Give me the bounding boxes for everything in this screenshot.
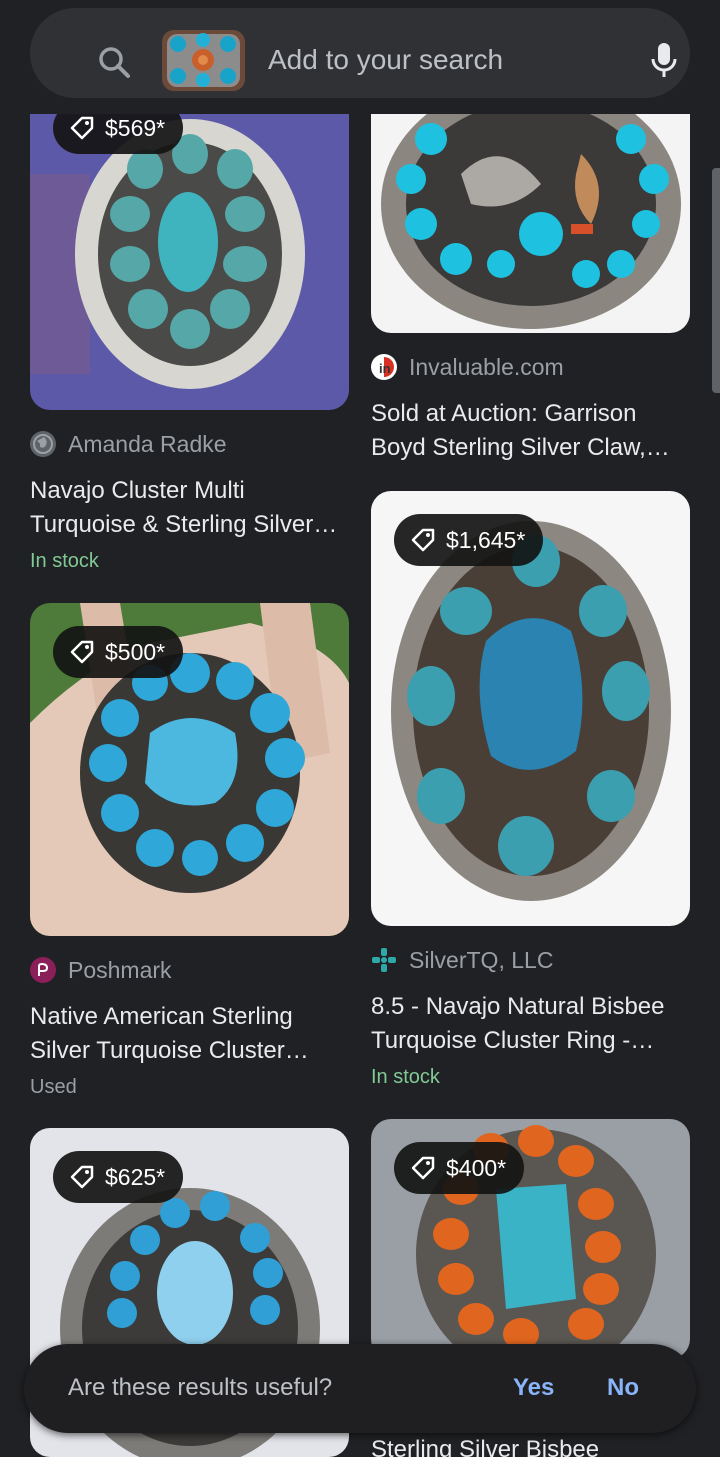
search-image-thumbnail[interactable]	[162, 30, 245, 91]
price-tag: $400*	[394, 1142, 525, 1194]
feedback-no-button[interactable]: No	[607, 1374, 639, 1402]
tag-icon	[411, 528, 435, 552]
price-tag: $500*	[53, 626, 184, 678]
scrollbar[interactable]	[712, 168, 720, 393]
result-image[interactable]	[371, 114, 690, 333]
stock-status: In stock	[30, 550, 99, 572]
result-title[interactable]: Native American Sterling Silver Turquois…	[30, 1000, 349, 1068]
source-name: SilverTQ, LLC	[409, 946, 554, 973]
stock-status: In stock	[371, 1066, 440, 1088]
source-name: Poshmark	[68, 956, 172, 983]
result-title[interactable]: Navajo Cluster Multi Turquoise & Sterlin…	[30, 474, 349, 542]
invaluable-logo-icon: in	[371, 354, 397, 380]
result-image[interactable]: $1,645*	[371, 491, 690, 926]
result-image[interactable]: $400*	[371, 1119, 690, 1359]
result-card[interactable]: in Invaluable.com Sold at Auction: Garri…	[371, 114, 690, 465]
poshmark-logo-icon	[30, 957, 56, 983]
price-label: $569*	[105, 114, 166, 141]
source-row[interactable]: Poshmark	[30, 950, 349, 990]
svg-text:in: in	[379, 361, 391, 376]
result-image[interactable]: $500*	[30, 603, 349, 936]
search-icon[interactable]	[96, 44, 132, 85]
price-tag: $569*	[53, 114, 184, 154]
tag-icon	[411, 1156, 435, 1180]
tag-icon	[70, 1165, 94, 1189]
feedback-yes-button[interactable]: Yes	[513, 1374, 554, 1402]
result-title[interactable]: Sterling Silver Bisbee	[371, 1436, 599, 1457]
price-tag: $625*	[53, 1151, 184, 1203]
price-label: $625*	[105, 1163, 166, 1190]
globe-icon	[30, 431, 56, 457]
tag-icon	[70, 640, 94, 664]
search-bar[interactable]: Add to your search	[30, 8, 690, 98]
result-image[interactable]: $569*	[30, 114, 349, 410]
mic-icon[interactable]	[650, 42, 678, 85]
price-label: $500*	[105, 638, 166, 665]
price-tag: $1,645*	[394, 514, 544, 566]
tag-icon	[70, 116, 94, 140]
result-card[interactable]: $500* Poshmark Native American Sterling …	[30, 603, 349, 1099]
result-card[interactable]: $1,645* SilverTQ, LLC 8.5 - Navajo Natur…	[371, 491, 690, 1089]
result-card[interactable]: $569* Amanda Radke Navajo Cluster Multi …	[30, 114, 349, 573]
search-input[interactable]: Add to your search	[268, 44, 503, 76]
source-row[interactable]: Amanda Radke	[30, 424, 349, 464]
silvertq-logo-icon	[371, 947, 397, 973]
source-name: Invaluable.com	[409, 353, 564, 380]
result-card[interactable]: $400*	[371, 1119, 690, 1359]
condition-status: Used	[30, 1076, 77, 1098]
feedback-question: Are these results useful?	[68, 1374, 333, 1401]
source-row[interactable]: in Invaluable.com	[371, 347, 690, 387]
result-title[interactable]: Sold at Auction: Garrison Boyd Sterling …	[371, 397, 690, 465]
result-title[interactable]: 8.5 - Navajo Natural Bisbee Turquoise Cl…	[371, 990, 690, 1058]
price-label: $1,645*	[446, 526, 526, 553]
source-row[interactable]: SilverTQ, LLC	[371, 940, 690, 980]
feedback-bar: Are these results useful? Yes No	[24, 1344, 696, 1433]
source-name: Amanda Radke	[68, 430, 227, 457]
price-label: $400*	[446, 1154, 507, 1181]
